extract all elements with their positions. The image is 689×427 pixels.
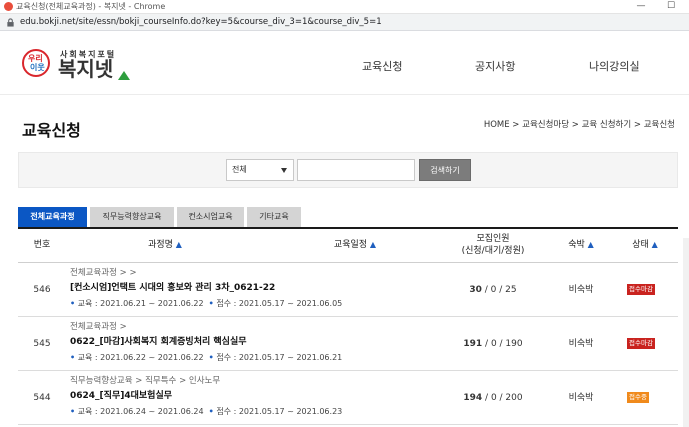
row-reg-date: 접수 : 2021.05.17 ~ 2021.06.05: [216, 299, 343, 308]
th-status-label: 상태: [632, 240, 649, 250]
bullet-icon: •: [208, 407, 214, 416]
tab-divider: [18, 227, 678, 229]
th-status[interactable]: 상태 ▲: [616, 239, 674, 251]
row-num: 544: [33, 393, 51, 403]
th-num: 번호: [22, 239, 62, 251]
maximize-button[interactable]: ☐: [656, 0, 686, 13]
th-num-label: 번호: [33, 240, 51, 250]
tab-etc[interactable]: 기타교육: [247, 207, 301, 227]
status-badge: 접수마감: [627, 338, 655, 349]
row-category: 직무능력향상교육 > 직무특수 > 인사노무: [70, 376, 221, 386]
search-panel: 전체 검색하기: [18, 152, 678, 188]
status-badge: 접수마감: [627, 284, 655, 295]
tab-job-skills[interactable]: 직무능력향상교육: [90, 207, 174, 227]
sort-up-icon[interactable]: ▲: [588, 240, 594, 249]
row-course-name[interactable]: [컨소시엄]언택트 시대의 홍보와 관리 3차_0621-22: [70, 280, 275, 293]
search-category-select[interactable]: 전체: [226, 159, 294, 181]
bullet-icon: •: [70, 407, 76, 416]
tab-all-courses[interactable]: 전체교육과정: [18, 207, 87, 227]
logo-emblem-icon: 우리 이웃: [22, 49, 50, 77]
chevron-down-icon: [281, 168, 287, 173]
logo-circle-top: 우리: [28, 54, 43, 63]
row-recruit: 30 / 0 / 25: [448, 263, 538, 317]
window-titlebar: 교육신청(전체교육과정) - 복지넷 - Chrome — ☐: [0, 0, 689, 14]
row-applied: 191: [463, 339, 483, 349]
page-title: 교육신청: [22, 121, 81, 140]
nav-item-course-apply[interactable]: 교육신청: [362, 58, 402, 74]
row-dates: • 교육 : 2021.06.24 ~ 2021.06.24 • 접수 : 20…: [70, 406, 342, 417]
search-button[interactable]: 검색하기: [419, 159, 471, 181]
row-recruit: 191 / 0 / 190: [448, 317, 538, 371]
row-edu-date: 교육 : 2021.06.24 ~ 2021.06.24: [77, 407, 204, 416]
table-row[interactable]: 546 전체교육과정 > > [컨소시엄]언택트 시대의 홍보와 관리 3차_0…: [18, 263, 678, 317]
row-course-name[interactable]: 0622_[마감]사회복지 회계증빙처리 핵심실무: [70, 334, 247, 347]
search-category-value: 전체: [232, 165, 247, 174]
window-title: 교육신청(전체교육과정) - 복지넷 - Chrome: [16, 2, 166, 11]
bullet-icon: •: [208, 299, 214, 308]
sort-up-icon[interactable]: ▲: [370, 240, 376, 249]
row-lodging: 비숙박: [568, 393, 594, 403]
th-course[interactable]: 과정명 ▲: [110, 239, 220, 251]
nav-item-notice[interactable]: 공지사항: [475, 58, 515, 74]
th-schedule[interactable]: 교육일정 ▲: [300, 239, 410, 251]
sort-up-icon[interactable]: ▲: [652, 240, 658, 249]
th-lodging-label: 숙박: [568, 240, 585, 250]
row-applied: 194: [463, 393, 483, 403]
logo-triangle-icon: [118, 71, 130, 80]
row-dates: • 교육 : 2021.06.21 ~ 2021.06.22 • 접수 : 20…: [70, 298, 342, 309]
row-dates: • 교육 : 2021.06.22 ~ 2021.06.22 • 접수 : 20…: [70, 352, 342, 363]
logo-circle-bottom: 이웃: [30, 63, 45, 72]
logo-big-text: 복지넷: [58, 57, 114, 81]
row-reg-date: 접수 : 2021.05.17 ~ 2021.06.21: [216, 353, 343, 362]
row-edu-date: 교육 : 2021.06.21 ~ 2021.06.22: [77, 299, 204, 308]
minimize-button[interactable]: —: [626, 0, 656, 13]
th-schedule-label: 교육일정: [333, 240, 368, 250]
breadcrumb: HOME > 교육신청마당 > 교육 신청하기 > 교육신청: [483, 120, 675, 130]
th-recruit: 모집인원 (신청/대기/정원): [448, 233, 538, 257]
row-lodging: 비숙박: [568, 339, 594, 349]
row-course-name[interactable]: 0624_[직무]4대보험실무: [70, 388, 172, 401]
th-recruit-label: 모집인원: [476, 234, 510, 244]
row-recruit-rest: / 0 / 190: [482, 339, 523, 349]
row-num: 546: [33, 285, 51, 295]
tab-consortium[interactable]: 컨소시엄교육: [177, 207, 244, 227]
bullet-icon: •: [70, 299, 76, 308]
row-recruit: 194 / 0 / 200: [448, 371, 538, 425]
th-recruit-sub-label: (신청/대기/정원): [461, 246, 525, 256]
row-lodging: 비숙박: [568, 285, 594, 295]
site-header: 우리 이웃 사회복지포털 복지넷 교육신청 공지사항 나의강의실: [0, 31, 689, 95]
bullet-icon: •: [208, 353, 214, 362]
row-edu-date: 교육 : 2021.06.22 ~ 2021.06.22: [77, 353, 204, 362]
address-url[interactable]: edu.bokji.net/site/essn/bokji_courseInfo…: [20, 17, 382, 27]
search-input[interactable]: [297, 159, 415, 181]
row-recruit-rest: / 0 / 25: [481, 285, 517, 295]
row-reg-date: 접수 : 2021.05.17 ~ 2021.06.23: [216, 407, 343, 416]
row-recruit-rest: / 0 / 200: [482, 393, 523, 403]
bokjinet-logo[interactable]: 우리 이웃 사회복지포털 복지넷: [22, 47, 132, 83]
address-bar[interactable]: edu.bokji.net/site/essn/bokji_courseInfo…: [0, 14, 689, 31]
status-badge: 접수중: [627, 392, 649, 403]
bullet-icon: •: [70, 353, 76, 362]
sort-up-icon[interactable]: ▲: [176, 240, 182, 249]
table-row[interactable]: 545 전체교육과정 > 0622_[마감]사회복지 회계증빙처리 핵심실무 •…: [18, 317, 678, 371]
row-category: 전체교육과정 >: [70, 322, 127, 332]
lock-icon: [7, 18, 14, 27]
row-category: 전체교육과정 > >: [70, 268, 137, 278]
nav-item-my-classroom[interactable]: 나의강의실: [589, 58, 640, 74]
site-favicon-icon: [4, 2, 13, 11]
row-applied: 30: [469, 285, 482, 295]
th-course-label: 과정명: [148, 240, 173, 250]
row-num: 545: [33, 339, 51, 349]
table-row[interactable]: 544 직무능력향상교육 > 직무특수 > 인사노무 0624_[직무]4대보험…: [18, 371, 678, 425]
page-scrollbar[interactable]: [683, 238, 689, 427]
th-lodging[interactable]: 숙박 ▲: [552, 239, 610, 251]
